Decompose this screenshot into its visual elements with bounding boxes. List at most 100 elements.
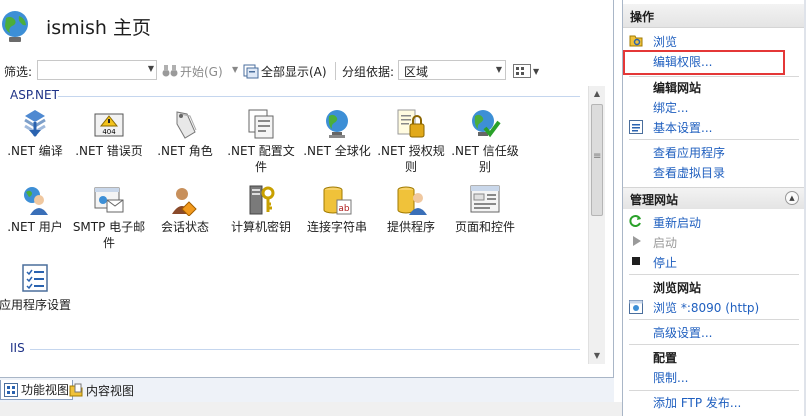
net-profile-icon: [248, 109, 274, 139]
features-view-icon: [4, 382, 18, 397]
globe-icon: [2, 11, 28, 42]
feature-label: .NET 错误页: [75, 144, 143, 158]
features-content: ASP.NET .NET 编译 404 .NET 错误页 .NET 角色 .NE…: [0, 86, 588, 364]
feature-net-compile[interactable]: .NET 编译: [0, 108, 74, 159]
restart-link[interactable]: 重新启动: [653, 214, 701, 231]
net-trust-levels-icon: [472, 110, 501, 138]
browse-port-link[interactable]: 浏览 *:8090 (http): [653, 299, 759, 316]
main-pane: ismish 主页 筛选: ▼ 开始(G) ▼ 全部显示(A) 分组依据: 区域…: [0, 0, 614, 402]
feature-smtp-email[interactable]: SMTP 电子邮件: [70, 184, 148, 251]
scroll-up-icon[interactable]: ▲: [589, 86, 605, 102]
chevron-down-icon[interactable]: ▼: [496, 65, 502, 74]
config-heading: 配置: [653, 351, 678, 365]
stop-link[interactable]: 停止: [653, 254, 677, 271]
restart-icon: [629, 215, 641, 227]
svg-text:ab: ab: [338, 204, 350, 214]
section-divider: [629, 76, 799, 77]
view-virtual-dirs-link[interactable]: 查看虚拟目录: [653, 164, 725, 181]
feature-session-state[interactable]: 会话状态: [146, 184, 224, 235]
feature-app-settings[interactable]: 应用程序设置: [0, 262, 74, 313]
content-view-icon: [69, 383, 83, 397]
collapse-icon[interactable]: ▲: [785, 191, 799, 205]
basic-settings-icon: [629, 120, 643, 134]
feature-label: .NET 配置文件: [227, 144, 295, 174]
feature-label: .NET 用户: [7, 220, 63, 234]
tab-content-view[interactable]: 内容视图: [66, 380, 137, 400]
section-divider: [629, 274, 799, 275]
section-divider: [629, 344, 799, 345]
feature-label: 连接字符串: [306, 220, 367, 234]
chevron-down-icon: ▼: [533, 66, 540, 76]
show-all-icon: [243, 64, 259, 79]
tab-features-view[interactable]: 功能视图: [0, 380, 74, 400]
feature-net-error-pages[interactable]: 404 .NET 错误页: [70, 108, 148, 159]
net-compile-icon: [24, 110, 46, 137]
feature-label: 提供程序: [386, 220, 435, 234]
binoculars-icon: [162, 65, 178, 77]
feature-net-profile[interactable]: .NET 配置文件: [222, 108, 300, 175]
vertical-scrollbar[interactable]: ▲ ▼: [588, 86, 605, 364]
net-error-pages-icon: 404: [94, 113, 124, 137]
edit-site-heading: 编辑网站: [653, 81, 702, 95]
feature-net-users[interactable]: .NET 用户: [0, 184, 74, 235]
feature-pages-controls[interactable]: 页面和控件: [446, 184, 524, 235]
feature-net-globalization[interactable]: .NET 全球化: [298, 108, 376, 159]
view-applications-link[interactable]: 查看应用程序: [653, 144, 725, 161]
view-mode-button[interactable]: ▼: [513, 62, 539, 80]
group-by-select[interactable]: 区域 ▼: [398, 60, 506, 80]
add-ftp-link[interactable]: 添加 FTP 发布...: [653, 394, 741, 411]
group-header-iis: IIS: [10, 341, 25, 355]
feature-net-roles[interactable]: .NET 角色: [146, 108, 224, 159]
feature-connection-strings[interactable]: ab 连接字符串: [298, 184, 376, 235]
start-link[interactable]: 启动: [653, 234, 677, 251]
actions-pane: 操作 浏览 编辑权限... 编辑网站 绑定... 基本设置... 查看应用程序 …: [622, 0, 806, 416]
manage-site-header[interactable]: 管理网站 ▲: [623, 187, 806, 209]
start-filter-button[interactable]: 开始(G): [162, 62, 223, 80]
app-settings-icon: [22, 264, 48, 292]
browse-link[interactable]: 浏览: [653, 33, 677, 50]
pages-controls-icon: [470, 185, 500, 213]
filter-toolbar: 筛选: ▼ 开始(G) ▼ 全部显示(A) 分组依据: 区域 ▼ ▼: [0, 59, 614, 83]
feature-net-authorization[interactable]: .NET 授权规则: [372, 108, 450, 175]
show-all-label: 全部显示(A): [261, 64, 327, 79]
bindings-link[interactable]: 绑定...: [653, 99, 688, 116]
machine-key-icon: [249, 185, 275, 215]
feature-net-trust-levels[interactable]: .NET 信任级别: [446, 108, 524, 175]
basic-settings-link[interactable]: 基本设置...: [653, 119, 712, 136]
feature-label: SMTP 电子邮件: [72, 220, 146, 250]
net-globalization-icon: [326, 110, 348, 138]
net-authorization-icon: [397, 109, 425, 138]
stop-icon: [632, 257, 640, 265]
chevron-down-icon[interactable]: ▼: [232, 65, 238, 74]
feature-label: 页面和控件: [454, 220, 515, 234]
feature-label: 会话状态: [160, 220, 209, 234]
edit-permissions-link[interactable]: 编辑权限...: [653, 53, 712, 70]
feature-label: 应用程序设置: [0, 298, 71, 312]
feature-label: .NET 角色: [157, 144, 213, 158]
actions-header: 操作: [623, 4, 806, 28]
feature-label: .NET 全球化: [303, 144, 371, 158]
section-divider: [629, 139, 799, 140]
advanced-settings-link[interactable]: 高级设置...: [653, 324, 712, 341]
section-divider: [629, 319, 799, 320]
providers-icon: [397, 186, 427, 215]
browse-port-icon: [629, 300, 643, 314]
filter-input[interactable]: ▼: [37, 60, 157, 80]
session-state-icon: [172, 188, 197, 216]
feature-label: .NET 信任级别: [451, 144, 519, 174]
feature-label: 计算机密钥: [230, 220, 291, 234]
scrollbar-thumb[interactable]: [591, 104, 603, 216]
net-users-icon: [24, 187, 48, 215]
chevron-down-icon[interactable]: ▼: [148, 64, 154, 73]
filter-label: 筛选:: [4, 65, 33, 79]
tab-label: 功能视图: [21, 383, 70, 397]
show-all-button[interactable]: 全部显示(A): [243, 62, 327, 80]
feature-providers[interactable]: 提供程序: [372, 184, 450, 235]
group-by-label: 分组依据:: [342, 64, 395, 79]
limits-link[interactable]: 限制...: [653, 369, 688, 386]
feature-machine-key[interactable]: 计算机密钥: [222, 184, 300, 235]
tab-label: 内容视图: [86, 383, 135, 398]
svg-text:404: 404: [102, 128, 116, 136]
scroll-down-icon[interactable]: ▼: [589, 348, 605, 364]
start-filter-label: 开始(G): [180, 64, 223, 79]
